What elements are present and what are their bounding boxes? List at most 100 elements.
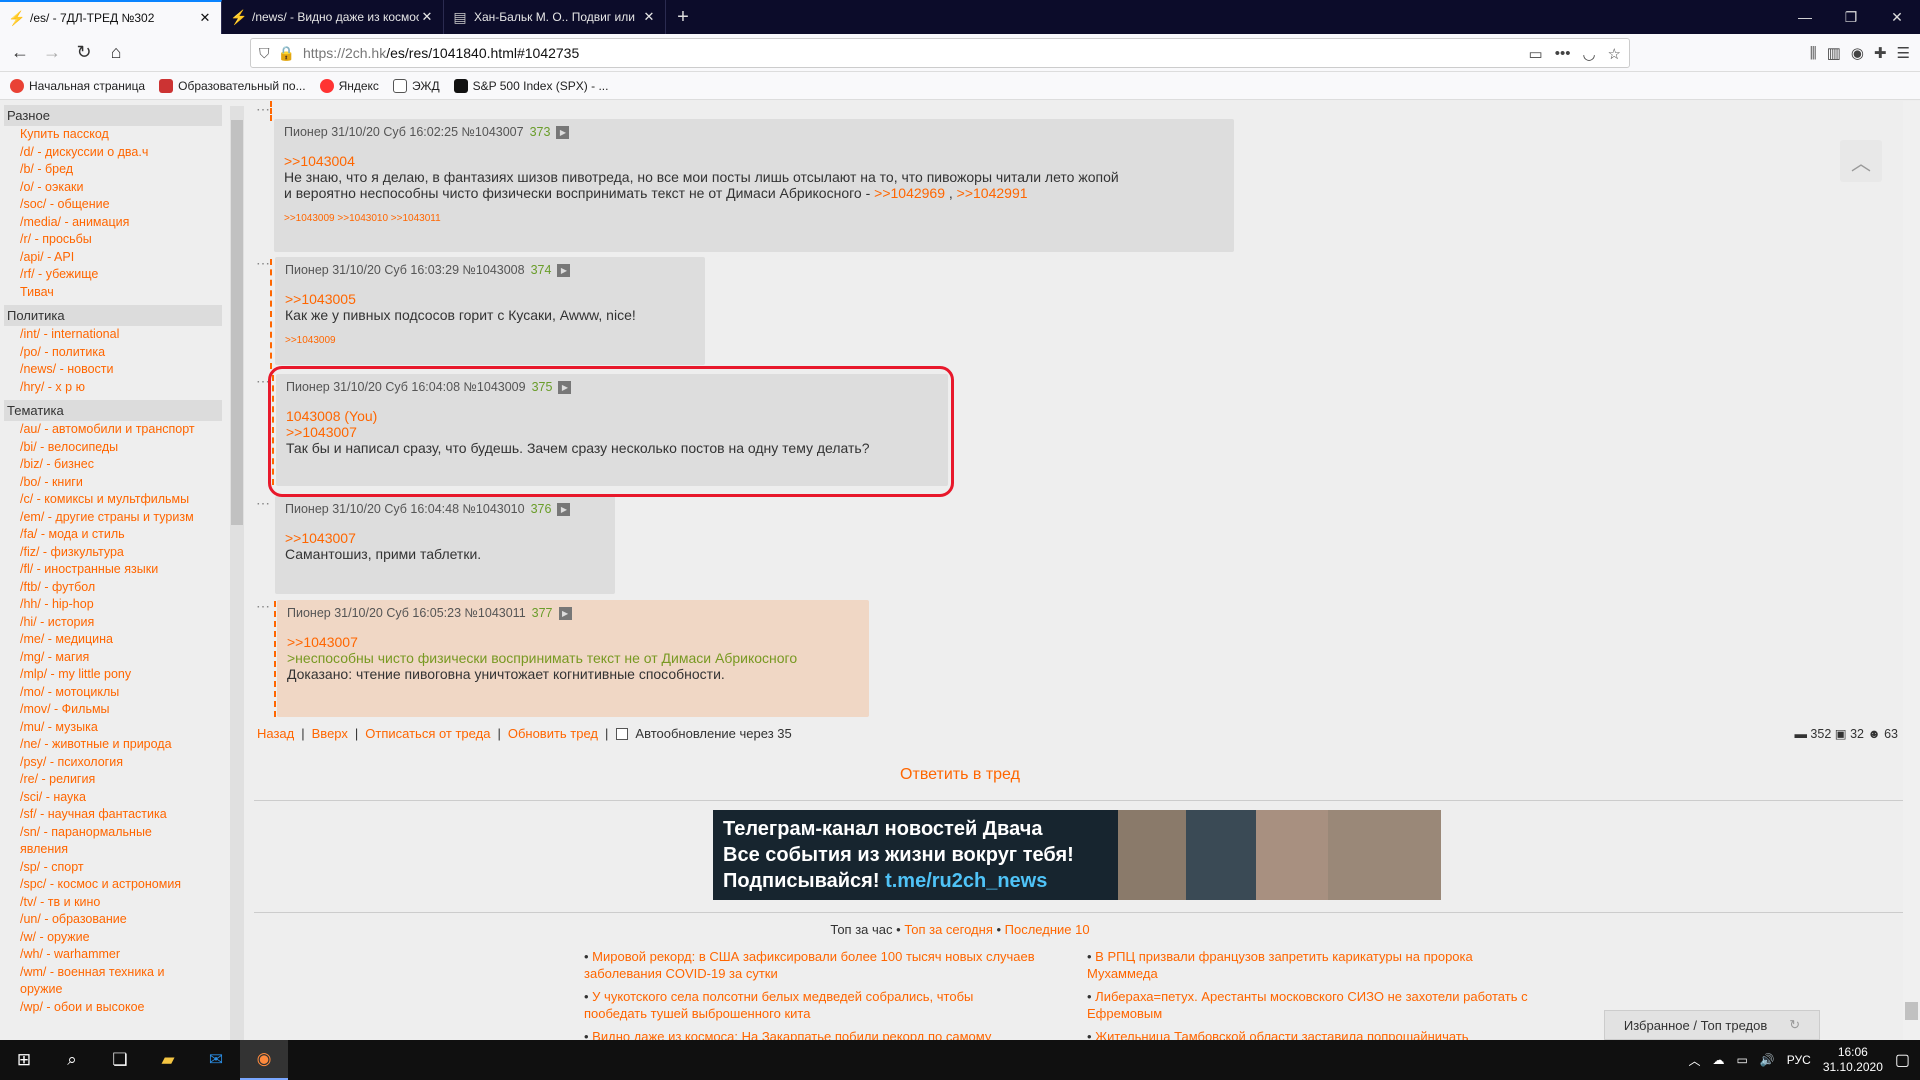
sidebar-board-link[interactable]: Купить пасскод xyxy=(4,126,226,144)
sidebar-board-link[interactable]: /fl/ - иностранные языки xyxy=(4,561,226,579)
sidebar-board-link[interactable]: /au/ - автомобили и транспорт xyxy=(4,421,226,439)
sidebar-board-link[interactable]: /media/ - анимация xyxy=(4,214,226,232)
sidebar-board-link[interactable]: /hry/ - х р ю xyxy=(4,379,226,397)
tab-news[interactable]: ⚡ /news/ - Видно даже из космоса ✕ xyxy=(222,0,444,34)
sidebar-board-link[interactable]: /tv/ - тв и кино xyxy=(4,894,226,912)
news-item[interactable]: • Мировой рекорд: в США зафиксировали бо… xyxy=(584,948,1035,982)
top-today[interactable]: Топ за сегодня xyxy=(904,922,993,937)
sidebar-board-link[interactable]: /fa/ - мода и стиль xyxy=(4,526,226,544)
windows-start-icon[interactable]: ⊞ xyxy=(0,1040,48,1080)
close-icon[interactable]: ✕ xyxy=(641,9,657,25)
sidebar-board-link[interactable]: /soc/ - общение xyxy=(4,196,226,214)
close-icon[interactable]: ✕ xyxy=(197,10,213,26)
sidebar-board-link[interactable]: оружие xyxy=(4,981,226,999)
back-arrow-icon[interactable]: ← xyxy=(4,38,36,68)
sidebar-board-link[interactable]: /sci/ - наука xyxy=(4,789,226,807)
post-menu-icon[interactable]: ⋯ xyxy=(256,495,270,512)
sidebar-board-link[interactable]: /o/ - оэкаки xyxy=(4,179,226,197)
sidebar-board-link[interactable]: /r/ - просьбы xyxy=(4,231,226,249)
sidebar-board-link[interactable]: /ne/ - животные и природа xyxy=(4,736,226,754)
sidebar-board-link[interactable]: /mg/ - магия xyxy=(4,649,226,667)
sidebar-board-link[interactable]: /bo/ - книги xyxy=(4,474,226,492)
sidebar-board-link[interactable]: /c/ - комиксы и мультфильмы xyxy=(4,491,226,509)
bookmark-yandex[interactable]: Яндекс xyxy=(319,78,379,93)
sidebar-board-link[interactable]: /b/ - бред xyxy=(4,161,226,179)
play-icon[interactable]: ▶ xyxy=(557,502,571,516)
back-link[interactable]: Назад xyxy=(257,726,294,741)
sidebar-board-link[interactable]: /wm/ - военная техника и xyxy=(4,964,226,982)
sidebar-icon[interactable]: ▥ xyxy=(1827,44,1841,62)
unsubscribe-link[interactable]: Отписаться от треда xyxy=(365,726,490,741)
restore-icon[interactable]: ❐ xyxy=(1828,0,1874,34)
top-hour[interactable]: Топ за час xyxy=(830,922,892,937)
cloud-icon[interactable]: ☁ xyxy=(1712,1053,1724,1067)
post-menu-icon[interactable]: ⋯ xyxy=(256,101,270,118)
sidebar-board-link[interactable]: /sf/ - научная фантастика xyxy=(4,806,226,824)
post-number[interactable]: 377 xyxy=(532,606,553,620)
clock[interactable]: 16:06 31.10.2020 xyxy=(1823,1045,1883,1075)
play-icon[interactable]: ▶ xyxy=(556,125,570,139)
pocket-icon[interactable]: ◡ xyxy=(1582,45,1595,63)
close-icon[interactable]: ✕ xyxy=(419,9,435,25)
sidebar-board-link[interactable]: /news/ - новости xyxy=(4,361,226,379)
sidebar-board-link[interactable]: /sp/ - спорт xyxy=(4,859,226,877)
file-explorer-icon[interactable]: ▰ xyxy=(144,1040,192,1080)
sidebar-board-link[interactable]: /po/ - политика xyxy=(4,344,226,362)
post-replies[interactable]: >>1043009 >>1043010 >>1043011 xyxy=(284,213,1224,224)
sidebar-scrollbar-thumb[interactable] xyxy=(231,120,243,525)
sidebar-board-link[interactable]: /fiz/ - физкультура xyxy=(4,544,226,562)
post-number[interactable]: 373 xyxy=(530,125,551,139)
minimize-icon[interactable]: — xyxy=(1782,0,1828,34)
mail-icon[interactable]: ✉ xyxy=(192,1040,240,1080)
sidebar-board-link[interactable]: /em/ - другие страны и туризм xyxy=(4,509,226,527)
post-replies[interactable]: >>1043009 xyxy=(285,335,695,346)
page-scrollbar-thumb[interactable] xyxy=(1905,1002,1918,1020)
sidebar-board-link[interactable]: /d/ - дискуссии о два.ч xyxy=(4,144,226,162)
sidebar-board-link[interactable]: явления xyxy=(4,841,226,859)
search-icon[interactable]: ⌕ xyxy=(48,1040,96,1080)
notifications-icon[interactable]: ▢ xyxy=(1895,1050,1910,1070)
sidebar-board-link[interactable]: /api/ - API xyxy=(4,249,226,267)
sidebar-board-link[interactable]: /sn/ - паранормальные xyxy=(4,824,226,842)
refresh-icon[interactable]: ↻ xyxy=(1789,1017,1800,1033)
sidebar-board-link[interactable]: /rf/ - убежище xyxy=(4,266,226,284)
top-link[interactable]: Вверх xyxy=(312,726,348,741)
reply-link[interactable]: >>1043005 xyxy=(285,291,695,307)
bookmark-ezd[interactable]: ЭЖД xyxy=(392,78,440,93)
extensions-icon[interactable]: ✚ xyxy=(1874,44,1887,62)
close-window-icon[interactable]: ✕ xyxy=(1874,0,1920,34)
latest-10[interactable]: Последние 10 xyxy=(1005,922,1090,937)
post-number[interactable]: 374 xyxy=(531,263,552,277)
address-bar[interactable]: ⛉ 🔒 https://2ch.hk/es/res/1041840.html#1… xyxy=(250,38,1630,68)
sidebar-board-link[interactable]: /mu/ - музыка xyxy=(4,719,226,737)
telegram-banner[interactable]: Телеграм-канал новостей Двача Все событи… xyxy=(713,810,1441,900)
reload-icon[interactable]: ↻ xyxy=(68,38,100,68)
play-icon[interactable]: ▶ xyxy=(558,606,572,620)
sidebar-board-link[interactable]: /biz/ - бизнес xyxy=(4,456,226,474)
sidebar-board-link[interactable]: /wp/ - обои и высокое xyxy=(4,999,226,1017)
network-icon[interactable]: ▭ xyxy=(1736,1053,1747,1067)
firefox-icon[interactable]: ◉ xyxy=(240,1040,288,1080)
sidebar-board-link[interactable]: /hi/ - история xyxy=(4,614,226,632)
reply-link[interactable]: >>1043004 xyxy=(284,153,1224,169)
library-icon[interactable]: ⫼ xyxy=(1810,45,1817,62)
autorefresh-checkbox[interactable] xyxy=(616,727,629,740)
account-icon[interactable]: ◉ xyxy=(1851,44,1864,62)
sidebar-board-link[interactable]: Тивач xyxy=(4,284,226,302)
scroll-up-button[interactable]: ︿ xyxy=(1840,140,1882,182)
sidebar-board-link[interactable]: /ftb/ - футбол xyxy=(4,579,226,597)
bookmark-edu[interactable]: Образовательный по... xyxy=(159,78,306,93)
post-menu-icon[interactable]: ⋯ xyxy=(256,255,270,272)
home-icon[interactable]: ⌂ xyxy=(100,38,132,68)
star-icon[interactable]: ☆ xyxy=(1608,45,1621,63)
news-item[interactable]: • В РПЦ призвали французов запретить кар… xyxy=(1087,948,1473,982)
news-item[interactable]: • У чукотского села полсотни белых медве… xyxy=(584,988,973,1022)
refresh-link[interactable]: Обновить тред xyxy=(508,726,598,741)
page-scrollbar[interactable] xyxy=(1903,101,1920,1040)
sidebar-board-link[interactable]: /me/ - медицина xyxy=(4,631,226,649)
sidebar-board-link[interactable]: /spc/ - космос и астрономия xyxy=(4,876,226,894)
volume-icon[interactable]: 🔊 xyxy=(1760,1053,1775,1067)
post-menu-icon[interactable]: ⋯ xyxy=(256,598,270,615)
task-view-icon[interactable]: ❏ xyxy=(96,1040,144,1080)
bookmark-start[interactable]: Начальная страница xyxy=(10,78,145,93)
